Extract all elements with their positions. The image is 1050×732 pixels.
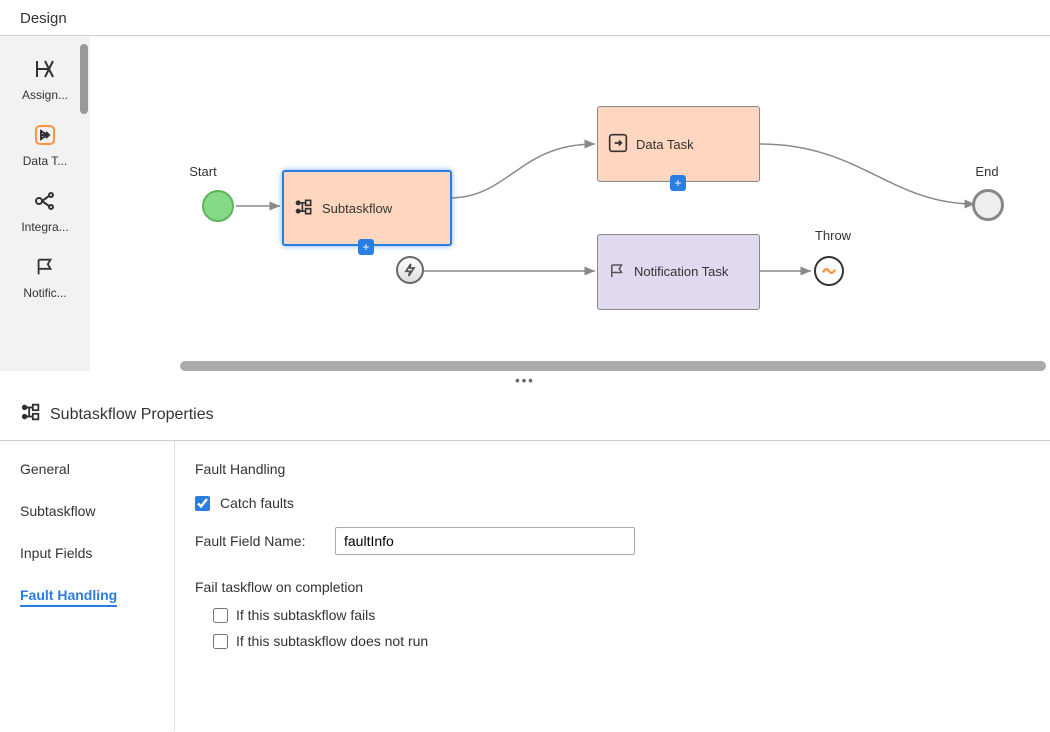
- start-node[interactable]: [202, 190, 234, 222]
- data-task-icon: [32, 122, 58, 148]
- data-task-node[interactable]: Data Task: [597, 106, 760, 182]
- palette-item-assignment[interactable]: Assign...: [6, 46, 84, 112]
- canvas-hscroll-thumb[interactable]: [180, 361, 1046, 371]
- ellipsis-icon: •••: [515, 373, 535, 388]
- fail-if-subtaskflow-not-run-label: If this subtaskflow does not run: [236, 633, 428, 649]
- assignment-icon: [32, 56, 58, 82]
- catch-faults-checkbox[interactable]: [195, 496, 210, 511]
- palette-item-data-task[interactable]: Data T...: [6, 112, 84, 178]
- data-task-icon: [608, 133, 628, 156]
- catch-faults-label: Catch faults: [220, 495, 294, 511]
- properties-header: Subtaskflow Properties: [0, 389, 1050, 441]
- canvas-hscroll[interactable]: [180, 361, 1046, 371]
- end-label: End: [967, 164, 1007, 179]
- flow-canvas[interactable]: Start Subtaskflow +: [90, 36, 1050, 371]
- canvas-area: Assign... Data T... Integ: [0, 36, 1050, 371]
- end-node[interactable]: [972, 189, 1004, 221]
- subtaskflow-node-label: Subtaskflow: [322, 201, 392, 216]
- properties-content: Fault Handling Catch faults Fault Field …: [175, 441, 1050, 731]
- fault-handling-heading: Fault Handling: [195, 461, 1030, 477]
- fault-field-name-label: Fault Field Name:: [195, 533, 325, 549]
- fault-field-name-input[interactable]: [335, 527, 635, 555]
- tab-subtaskflow[interactable]: Subtaskflow: [20, 503, 95, 519]
- notification-task-node[interactable]: Notification Task: [597, 234, 760, 310]
- data-task-node-label: Data Task: [636, 137, 694, 152]
- integration-icon: [32, 188, 58, 214]
- subtaskflow-icon: [294, 197, 314, 220]
- palette-item-label: Integra...: [21, 220, 68, 234]
- notification-icon: [32, 254, 58, 280]
- palette-scrollbar[interactable]: [80, 44, 88, 114]
- palette-item-label: Notific...: [23, 286, 66, 300]
- fail-if-subtaskflow-not-run-checkbox[interactable]: [213, 634, 228, 649]
- tab-input-fields[interactable]: Input Fields: [20, 545, 92, 561]
- add-branch-handle[interactable]: +: [670, 175, 686, 191]
- palette: Assign... Data T... Integ: [0, 36, 90, 371]
- design-header: Design: [0, 0, 1050, 36]
- subtaskflow-icon: [20, 401, 42, 428]
- properties-title: Subtaskflow Properties: [50, 406, 214, 424]
- palette-item-label: Data T...: [23, 154, 67, 168]
- start-label: Start: [178, 164, 228, 179]
- splitter-handle[interactable]: •••: [0, 371, 1050, 389]
- properties-tabs: General Subtaskflow Input Fields Fault H…: [0, 441, 175, 731]
- design-title: Design: [20, 10, 67, 27]
- add-branch-handle[interactable]: +: [358, 239, 374, 255]
- subtaskflow-node[interactable]: Subtaskflow: [282, 170, 452, 246]
- tab-general[interactable]: General: [20, 461, 70, 477]
- palette-item-notification[interactable]: Notific...: [6, 244, 84, 310]
- fail-if-subtaskflow-fails-checkbox[interactable]: [213, 608, 228, 623]
- throw-node[interactable]: [814, 256, 844, 286]
- fault-boundary-event[interactable]: [396, 256, 424, 284]
- fail-on-completion-heading: Fail taskflow on completion: [195, 579, 1030, 595]
- throw-label: Throw: [808, 228, 858, 243]
- palette-item-label: Assign...: [22, 88, 68, 102]
- notification-task-node-label: Notification Task: [634, 264, 728, 280]
- tab-fault-handling[interactable]: Fault Handling: [20, 587, 117, 607]
- palette-item-integration[interactable]: Integra...: [6, 178, 84, 244]
- fail-if-subtaskflow-fails-label: If this subtaskflow fails: [236, 607, 375, 623]
- properties-body: General Subtaskflow Input Fields Fault H…: [0, 441, 1050, 731]
- notification-icon: [608, 262, 626, 283]
